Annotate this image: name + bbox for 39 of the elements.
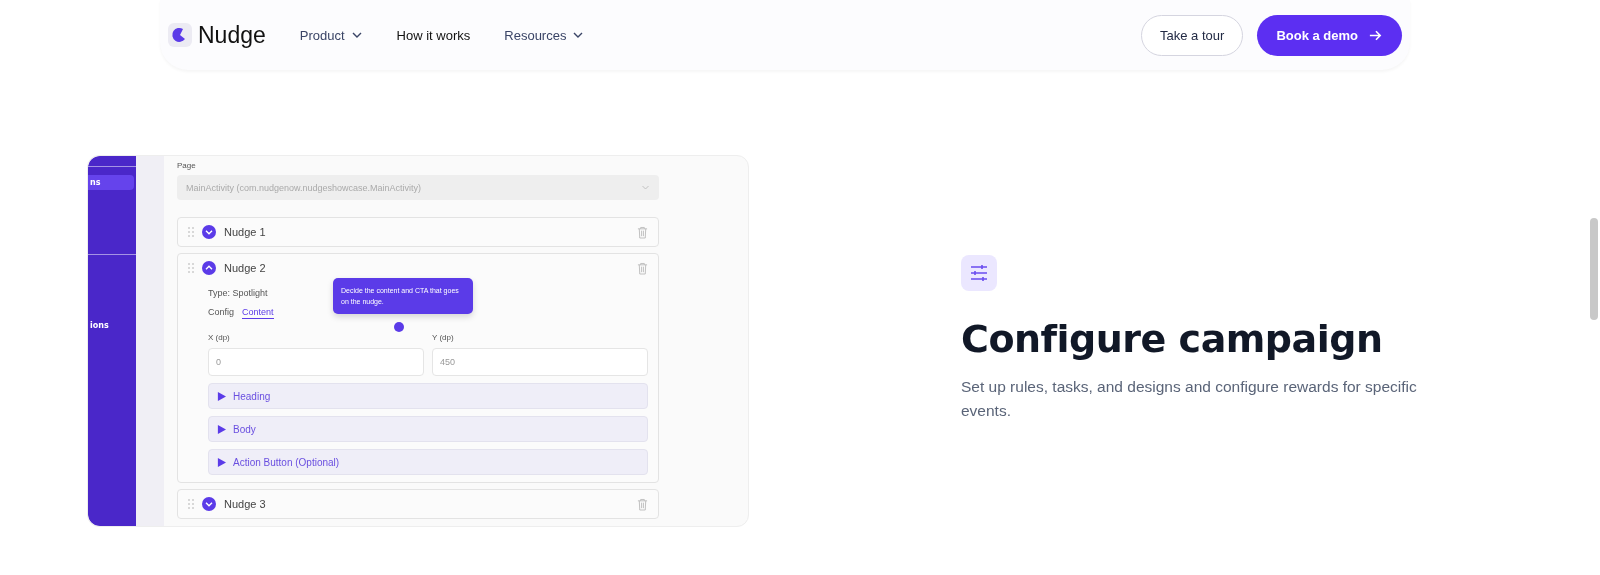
brand-name[interactable]: Nudge [198,21,266,49]
triangle-right-icon [217,457,226,467]
drag-handle-icon[interactable] [188,499,194,509]
drag-handle-icon[interactable] [188,263,194,273]
triangle-right-icon [217,424,226,434]
collapsible-section[interactable]: Action Button (Optional) [208,449,648,475]
sliders-icon [961,255,997,291]
nudge-type: Type: Spotlight [208,288,268,298]
chevron-down-icon[interactable] [202,225,216,239]
hotspot-dot [394,322,404,332]
chevron-down-icon[interactable] [202,497,216,511]
nudge-title: Nudge 1 [224,226,266,238]
tab[interactable]: Content [242,307,274,319]
field-label: X (dp) [208,333,230,342]
nudge-title: Nudge 2 [224,262,266,274]
triangle-right-icon [217,391,226,401]
chevron-down-icon [641,183,650,192]
collapsible-section[interactable]: Body [208,416,648,442]
trash-icon[interactable] [637,261,648,275]
feature-title: Configure campaign [961,317,1384,361]
trash-icon[interactable] [637,225,648,239]
nav-link[interactable]: How it works [396,27,471,43]
nudge-title: Nudge 3 [224,498,266,510]
logo-icon[interactable] [168,23,192,47]
tab[interactable]: Config [208,307,234,319]
trash-icon[interactable] [637,497,648,511]
book-demo-button[interactable]: Book a demo [1257,14,1402,56]
drag-handle-icon[interactable] [188,227,194,237]
nav-link[interactable]: Resources [504,27,585,43]
tour-button[interactable]: Take a tour [1141,14,1244,56]
nav-link[interactable]: Product [299,27,363,43]
feature-description: Set up rules, tasks, and designs and configure rewards for specific events. [961,377,1418,421]
collapsible-section[interactable]: Heading [208,383,648,409]
field-label: Page [177,161,197,170]
scrollbar-thumb[interactable] [1590,218,1598,320]
chevron-up-icon[interactable] [202,261,216,275]
sidebar-item[interactable]: ns [88,175,134,190]
sidebar-item[interactable]: ions [88,318,134,333]
field-label: Y (dp) [432,333,454,342]
